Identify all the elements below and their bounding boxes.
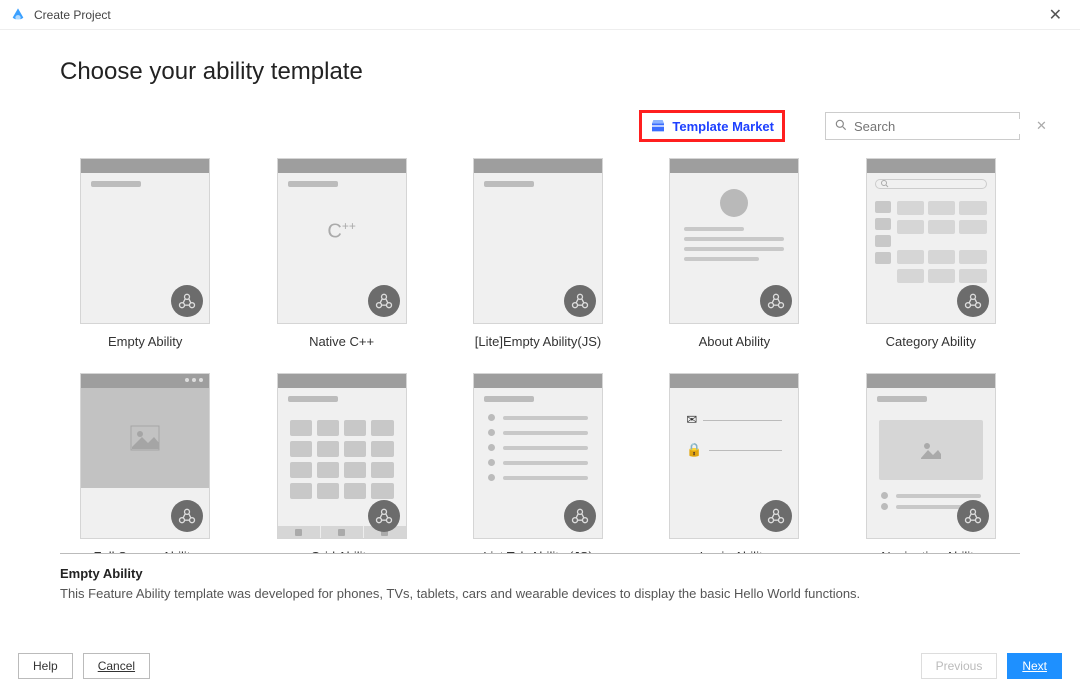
cancel-button[interactable]: Cancel — [83, 653, 150, 679]
template-label: Login Ability — [657, 549, 811, 553]
template-thumbnail — [669, 158, 799, 324]
template-label: Category Ability — [854, 334, 1008, 349]
ability-badge-icon — [760, 500, 792, 532]
template-thumbnail: ✉🔒 — [669, 373, 799, 539]
page-title: Choose your ability template — [60, 58, 1020, 86]
template-card[interactable]: C++ Native C++ — [264, 158, 418, 349]
template-market-link[interactable]: Template Market — [639, 110, 785, 142]
titlebar: Create Project ✕ — [0, 0, 1080, 30]
template-label: Full Screen Ability — [68, 549, 222, 553]
market-icon — [650, 118, 666, 134]
footer: Help Cancel Previous Next — [0, 640, 1080, 692]
template-thumbnail — [473, 158, 603, 324]
template-description: Empty Ability This Feature Ability templ… — [60, 554, 1020, 603]
template-label: List Tab Ability (JS) — [461, 549, 615, 553]
ability-badge-icon — [171, 500, 203, 532]
clear-search-icon[interactable]: ✕ — [1036, 118, 1047, 134]
selected-template-title: Empty Ability — [60, 566, 1020, 581]
ability-badge-icon — [957, 285, 989, 317]
app-logo-icon — [10, 7, 26, 23]
template-label: About Ability — [657, 334, 811, 349]
template-card[interactable]: About Ability — [657, 158, 811, 349]
ability-badge-icon — [171, 285, 203, 317]
ability-badge-icon — [760, 285, 792, 317]
ability-badge-icon — [564, 500, 596, 532]
template-card[interactable]: Category Ability — [854, 158, 1008, 349]
template-card[interactable]: Grid Ability — [264, 373, 418, 553]
template-card[interactable]: List Tab Ability (JS) — [461, 373, 615, 553]
template-card[interactable]: Full Screen Ability — [68, 373, 222, 553]
search-icon — [834, 118, 848, 135]
close-button[interactable]: ✕ — [1041, 1, 1070, 29]
template-card[interactable]: ✉🔒 Login Ability — [657, 373, 811, 553]
template-label: Native C++ — [264, 334, 418, 349]
template-thumbnail — [866, 158, 996, 324]
previous-button: Previous — [921, 653, 998, 679]
selected-template-description: This Feature Ability template was develo… — [60, 585, 880, 603]
help-button[interactable]: Help — [18, 653, 73, 679]
template-label: Navigation Ability — [854, 549, 1008, 553]
template-thumbnail — [80, 158, 210, 324]
template-grid-scroll[interactable]: Empty Ability C++ Native C++ [Lite]Empty Ab… — [60, 154, 1020, 553]
template-card[interactable]: [Lite]Empty Ability(JS) — [461, 158, 615, 349]
template-label: Grid Ability — [264, 549, 418, 553]
template-label: [Lite]Empty Ability(JS) — [461, 334, 615, 349]
search-box[interactable]: ✕ — [825, 112, 1020, 140]
next-button[interactable]: Next — [1007, 653, 1062, 679]
template-card[interactable]: Empty Ability — [68, 158, 222, 349]
template-thumbnail — [473, 373, 603, 539]
search-input[interactable] — [854, 119, 1030, 134]
template-thumbnail — [866, 373, 996, 539]
ability-badge-icon — [957, 500, 989, 532]
ability-badge-icon — [368, 500, 400, 532]
ability-badge-icon — [368, 285, 400, 317]
template-card[interactable]: Navigation Ability — [854, 373, 1008, 553]
template-thumbnail: C++ — [277, 158, 407, 324]
template-thumbnail — [277, 373, 407, 539]
template-label: Empty Ability — [68, 334, 222, 349]
window-title: Create Project — [34, 8, 111, 22]
ability-badge-icon — [564, 285, 596, 317]
template-thumbnail — [80, 373, 210, 539]
template-market-label: Template Market — [672, 119, 774, 134]
